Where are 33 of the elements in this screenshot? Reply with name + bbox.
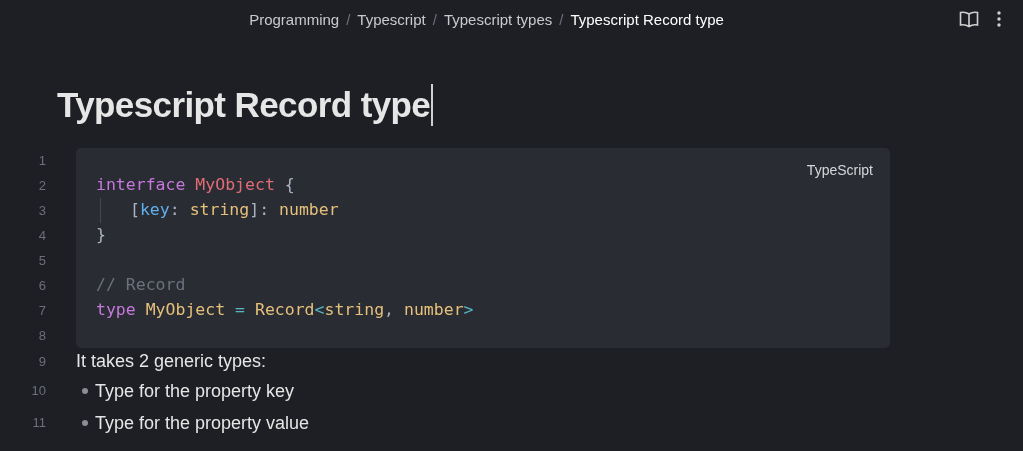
page-title[interactable]: Typescript Record type	[57, 84, 431, 126]
bullet-icon	[82, 420, 88, 426]
code-line: interface MyObject {	[96, 174, 295, 197]
code-line: [key: string]: number	[130, 199, 339, 222]
more-options-icon[interactable]	[997, 11, 1001, 27]
line-number: 7	[38, 301, 46, 320]
breadcrumb-item[interactable]: Typescript	[357, 8, 426, 32]
breadcrumb-separator: /	[559, 9, 564, 30]
list-item: Type for the property key	[95, 379, 295, 403]
line-number: 5	[38, 251, 46, 270]
language-label: TypeScript	[806, 161, 873, 180]
bullet-icon	[82, 388, 88, 394]
text-cursor	[431, 84, 433, 126]
breadcrumb-separator: /	[432, 9, 437, 30]
breadcrumb-item[interactable]: Typescript Record type	[570, 8, 724, 32]
line-number: 3	[38, 201, 46, 220]
book-icon[interactable]	[959, 10, 979, 28]
line-number: 6	[38, 276, 46, 295]
breadcrumb-item[interactable]: Programming	[249, 8, 340, 32]
paragraph: It takes 2 generic types:	[76, 350, 267, 373]
line-number: 1	[38, 151, 46, 170]
breadcrumb-item[interactable]: Typescript types	[443, 8, 553, 32]
list-item: Type for the property value	[95, 411, 310, 435]
line-number: 8	[38, 326, 46, 345]
line-number: 2	[38, 176, 46, 195]
line-number: 4	[38, 226, 46, 245]
code-line: // Record	[96, 274, 186, 297]
line-number: 9	[38, 352, 46, 371]
line-number: 10	[31, 382, 46, 401]
code-line: type MyObject = Record<string, number>	[96, 299, 474, 322]
breadcrumb-separator: /	[346, 9, 351, 30]
line-number: 11	[32, 414, 46, 433]
code-line: }	[96, 224, 106, 247]
